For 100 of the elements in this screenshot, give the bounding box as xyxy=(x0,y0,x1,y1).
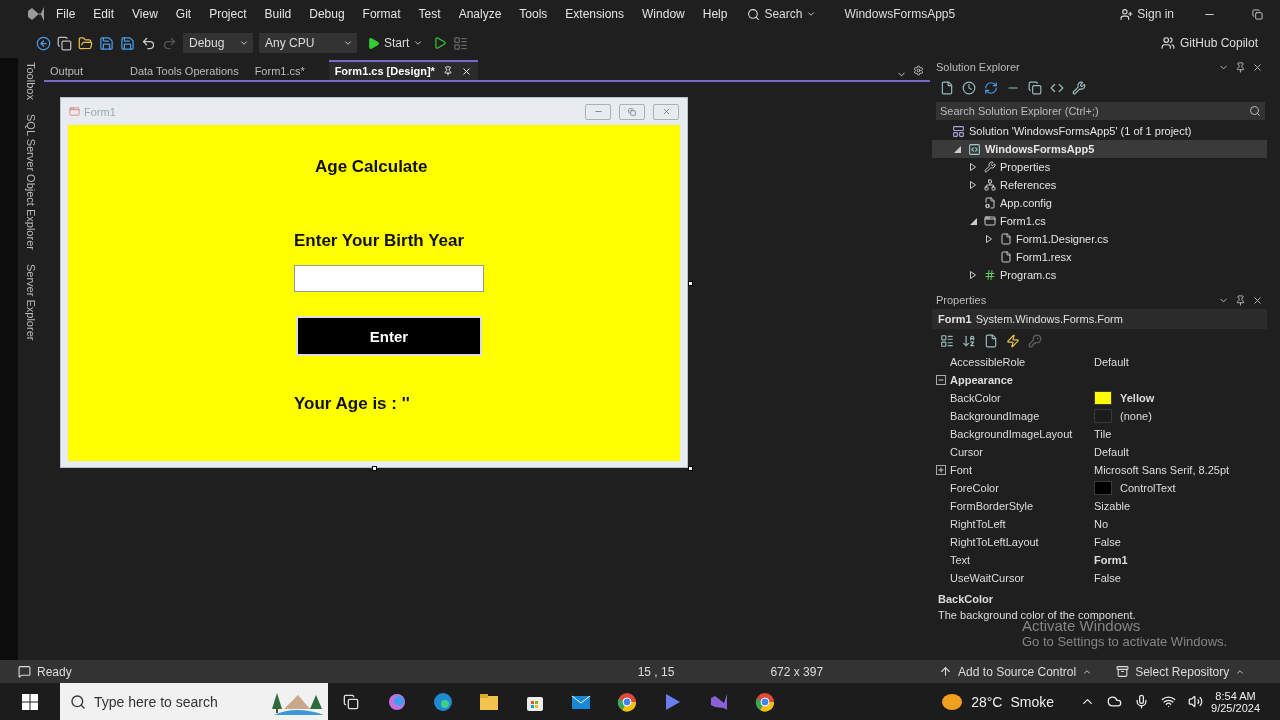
tree-item[interactable]: App.config xyxy=(932,194,1267,212)
sort-icon[interactable] xyxy=(962,334,976,348)
microphone-icon[interactable] xyxy=(1134,694,1150,709)
property-value[interactable]: False xyxy=(1094,536,1267,548)
menu-item[interactable]: Git xyxy=(167,7,200,21)
save-icon[interactable] xyxy=(99,35,114,51)
menu-item[interactable]: Edit xyxy=(85,7,123,21)
menu-item[interactable]: View xyxy=(124,7,166,21)
property-value[interactable]: Default xyxy=(1094,356,1267,368)
close-icon[interactable] xyxy=(1252,61,1263,73)
weather-icon[interactable] xyxy=(941,692,964,711)
property-value[interactable]: Tile xyxy=(1094,428,1267,440)
menu-item[interactable]: Help xyxy=(694,7,736,21)
settings-icon[interactable] xyxy=(913,65,924,76)
menu-item[interactable]: Format xyxy=(354,7,409,21)
property-value[interactable]: Default xyxy=(1094,446,1267,458)
tree-item[interactable]: Form1.resx xyxy=(932,248,1267,266)
copy-icon[interactable] xyxy=(1028,81,1042,95)
property-value[interactable]: False xyxy=(1094,572,1267,584)
configuration-dropdown[interactable]: Debug xyxy=(183,33,253,53)
document-tab[interactable]: Form1.cs [Design]* xyxy=(328,60,478,80)
start-button[interactable]: Start xyxy=(363,36,428,50)
document-tab[interactable]: Data Tools Operations xyxy=(124,60,245,80)
back-icon[interactable] xyxy=(36,35,51,51)
enter-button[interactable]: Enter xyxy=(296,316,482,356)
menu-item[interactable]: Build xyxy=(256,7,300,21)
sign-in-button[interactable]: Sign in xyxy=(1110,7,1184,21)
search-button[interactable]: Search xyxy=(737,7,827,21)
code-icon[interactable] xyxy=(1050,81,1064,95)
tree-item[interactable]: Program.cs xyxy=(932,266,1267,284)
resize-handle[interactable] xyxy=(372,466,377,471)
key-icon[interactable] xyxy=(1028,334,1042,348)
close-icon[interactable] xyxy=(460,65,472,77)
side-tab[interactable]: SQL Server Object Explorer xyxy=(25,113,37,250)
notification-icon[interactable] xyxy=(18,665,31,678)
menu-item[interactable]: Extensions xyxy=(557,7,633,21)
menu-item[interactable]: Project xyxy=(201,7,255,21)
menu-item[interactable]: Window xyxy=(634,7,693,21)
network-icon[interactable] xyxy=(1161,694,1177,709)
menu-item[interactable]: Test xyxy=(410,7,449,21)
repository-button[interactable]: Select Repository xyxy=(1116,664,1246,679)
search-field[interactable]: Search Solution Explorer (Ctrl+;) xyxy=(936,102,1265,120)
tree-item[interactable]: Solution 'WindowsFormsApp5' (1 of 1 project) xyxy=(932,122,1267,140)
property-value[interactable]: ControlText xyxy=(1094,481,1267,495)
events-icon[interactable] xyxy=(1006,334,1020,348)
run-icon[interactable] xyxy=(433,36,448,50)
object-selector[interactable]: Form1 System.Windows.Forms.Form xyxy=(932,309,1267,329)
properties-icon[interactable] xyxy=(984,334,998,348)
menu-item[interactable]: Tools xyxy=(511,7,556,21)
property-value[interactable]: Yellow xyxy=(1094,391,1267,405)
volume-icon[interactable] xyxy=(1188,694,1204,709)
start-icon[interactable] xyxy=(22,693,38,710)
document-tab[interactable]: Output xyxy=(44,60,120,80)
tree-item[interactable]: WindowsFormsApp5 xyxy=(932,140,1267,158)
new-item-icon[interactable] xyxy=(57,35,72,51)
collapsed-arrow-icon[interactable] xyxy=(986,235,992,243)
expanded-arrow-icon[interactable] xyxy=(970,217,977,225)
property-value[interactable]: No xyxy=(1094,518,1267,530)
property-value[interactable]: Microsoft Sans Serif, 8.25pt xyxy=(1094,464,1267,476)
collapsed-arrow-icon[interactable] xyxy=(970,163,976,171)
weather-text[interactable]: Smoke xyxy=(1010,693,1055,710)
cloud-icon[interactable] xyxy=(1107,694,1123,709)
file-icon[interactable] xyxy=(940,81,954,95)
birth-year-field[interactable] xyxy=(294,265,484,292)
document-tab[interactable]: Form1.cs* xyxy=(248,60,325,80)
pin-icon[interactable] xyxy=(1235,61,1246,73)
menu-item[interactable]: File xyxy=(48,7,84,21)
resize-handle[interactable] xyxy=(688,466,693,471)
copilot-button[interactable]: GitHub Copilot xyxy=(1160,36,1258,50)
collapsed-arrow-icon[interactable] xyxy=(970,181,976,189)
expand-icon[interactable] xyxy=(936,465,946,475)
property-value[interactable]: Form1 xyxy=(1094,554,1267,566)
resize-handle[interactable] xyxy=(688,281,693,286)
categorized-icon[interactable] xyxy=(940,334,954,348)
undo-icon[interactable] xyxy=(141,35,156,51)
property-value[interactable]: (none) xyxy=(1094,409,1267,423)
history-icon[interactable] xyxy=(962,81,976,95)
source-control-button[interactable]: Add to Source Control xyxy=(939,664,1093,679)
menu-item[interactable]: Debug xyxy=(301,7,353,21)
restore-icon[interactable] xyxy=(1251,8,1263,20)
pin-icon[interactable] xyxy=(1235,294,1246,306)
property-value[interactable]: Sizable xyxy=(1094,500,1267,512)
temperature-text[interactable]: 28°C xyxy=(971,693,1003,710)
taskbar-search-field[interactable]: Type here to search xyxy=(60,683,328,720)
open-folder-icon[interactable] xyxy=(78,35,93,51)
collapse-icon[interactable] xyxy=(936,375,946,385)
tree-item[interactable]: Properties xyxy=(932,158,1267,176)
expanded-arrow-icon[interactable] xyxy=(954,145,961,153)
menu-item[interactable]: Analyze xyxy=(450,7,510,21)
layout-icon[interactable] xyxy=(453,35,469,51)
refresh-icon[interactable] xyxy=(984,81,998,95)
tree-item[interactable]: Form1.cs xyxy=(932,212,1267,230)
pin-icon[interactable] xyxy=(442,66,453,76)
side-tab[interactable]: Toolbox xyxy=(25,62,37,100)
platform-dropdown[interactable]: Any CPU xyxy=(259,33,357,53)
side-tab[interactable]: Server Explorer xyxy=(25,263,37,341)
save-all-icon[interactable] xyxy=(120,35,135,51)
close-icon[interactable] xyxy=(1252,294,1263,306)
tree-item[interactable]: References xyxy=(932,176,1267,194)
collapsed-arrow-icon[interactable] xyxy=(970,271,976,279)
